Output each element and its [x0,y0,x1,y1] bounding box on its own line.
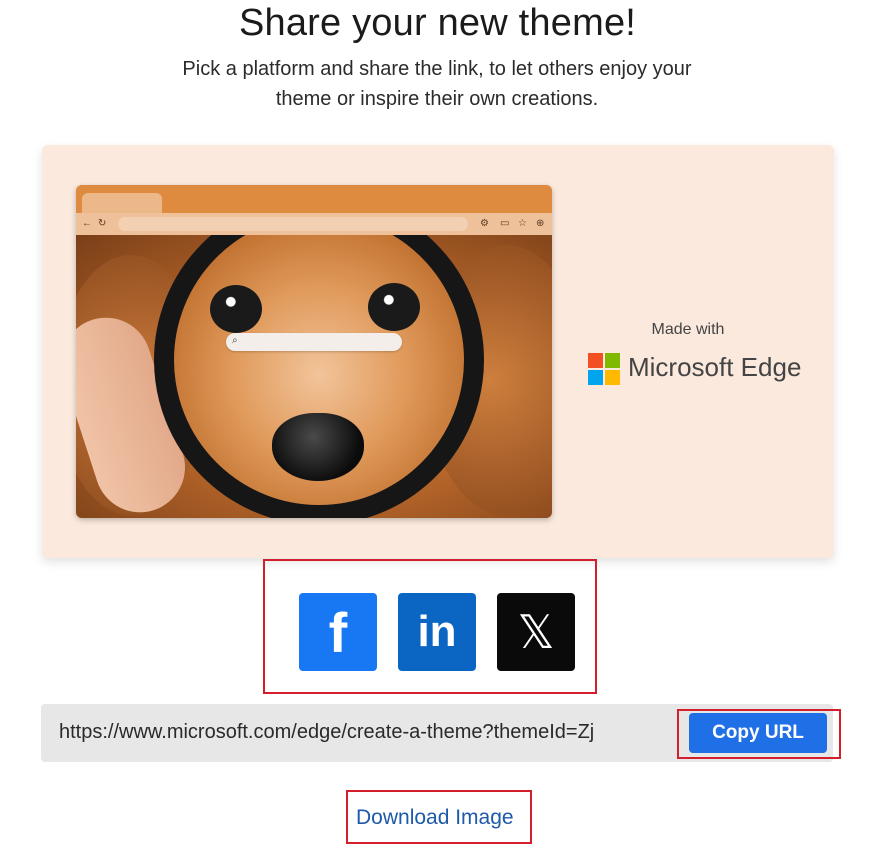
theme-preview-card: ← ↻ ⚙ ▭ ☆ ⊕ ⌕ Made with Microsoft Edge [42,145,834,558]
back-icon: ← [82,218,92,229]
search-icon: ⌕ [232,335,238,346]
favorite-icon: ☆ [518,218,527,229]
linkedin-share-button[interactable]: in [398,593,476,671]
facebook-icon: f [328,600,348,664]
address-bar [118,217,468,231]
x-share-button[interactable]: 𝕏 [497,593,575,671]
page-title: Share your new theme! [238,2,637,44]
collections-icon: ⊕ [536,218,545,229]
puppy-nose [272,413,364,481]
microsoft-logo-icon [588,353,621,386]
refresh-icon: ↻ [98,218,107,229]
browser-tab [82,193,162,215]
download-image-link[interactable]: Download Image [356,806,514,830]
new-tab-search-bar: ⌕ [226,333,402,351]
browser-mockup: ← ↻ ⚙ ▭ ☆ ⊕ ⌕ [76,185,552,518]
puppy-eye-right [368,283,420,331]
facebook-share-button[interactable]: f [299,593,377,671]
linkedin-icon: in [417,607,457,656]
annotation-box-copy [677,709,841,759]
puppy-eye-left [210,285,262,333]
made-with-label: Made with [651,321,725,338]
share-url-value[interactable]: https://www.microsoft.com/edge/create-a-… [59,721,679,744]
browser-toolbar: ← ↻ ⚙ ▭ ☆ ⊕ [76,213,552,235]
extension-icon: ⚙ [480,218,489,229]
puppy-theme-image: ⌕ [76,235,552,518]
x-icon: 𝕏 [517,605,555,659]
brand-name: Microsoft Edge [628,352,802,382]
reading-view-icon: ▭ [500,218,510,229]
page-subtitle: Pick a platform and share the link, to l… [182,58,692,110]
